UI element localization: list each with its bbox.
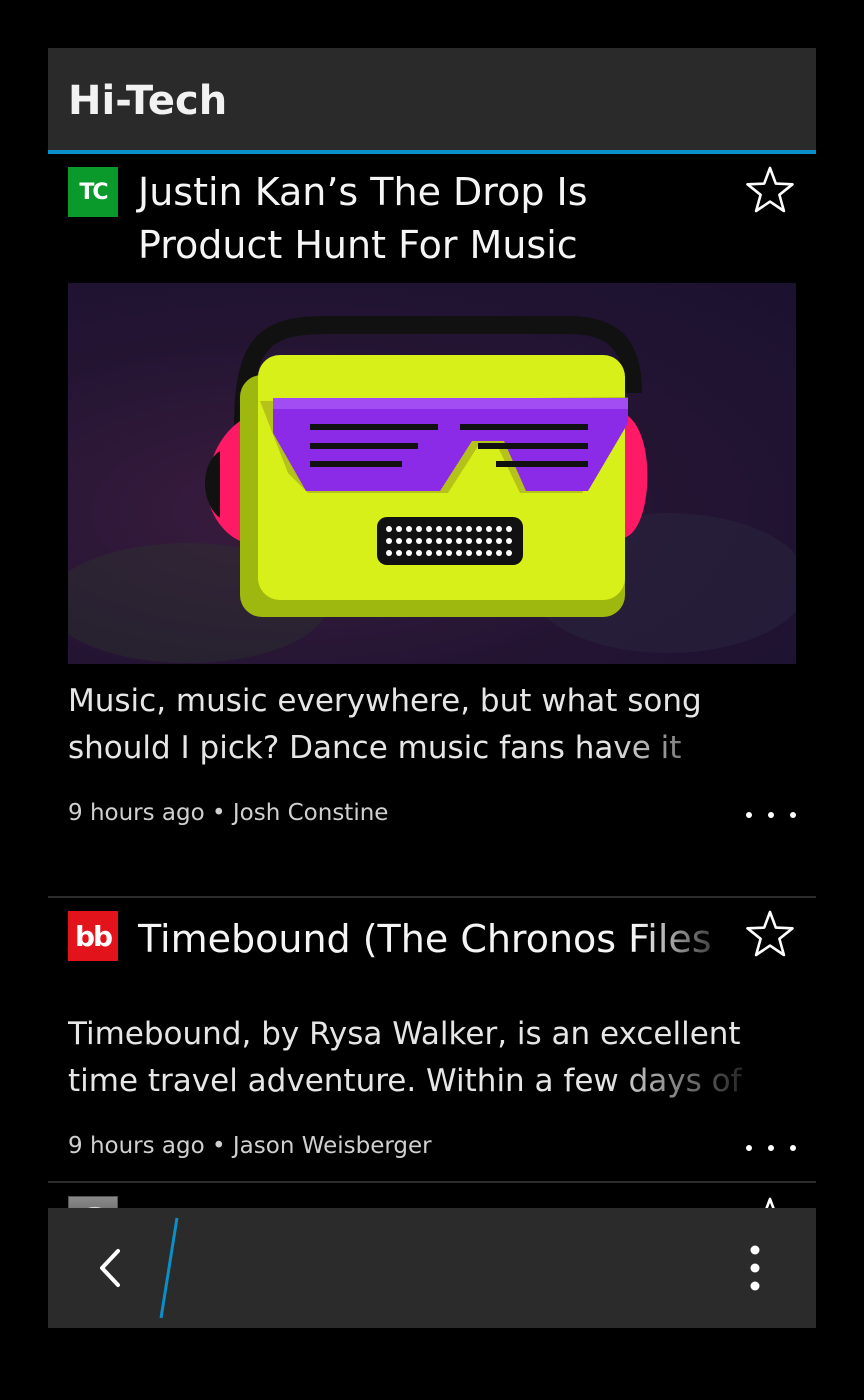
robot-dj-illustration-icon [68, 316, 796, 663]
meta-separator: • [212, 1133, 226, 1159]
article-title[interactable]: Hozier: Angel Of Small Death & [138, 1198, 738, 1208]
dot [790, 812, 796, 818]
meta-separator: • [212, 800, 226, 826]
title-bar: Hi-Tech [48, 48, 816, 154]
gizmodo-logo-icon: G [68, 1196, 118, 1208]
article-author: Josh Constine [232, 800, 389, 826]
dot [768, 1145, 774, 1151]
article-time: 9 hours ago [68, 1133, 205, 1159]
article-feed[interactable]: TC Justin Kan’s The Drop Is Product Hunt… [48, 154, 816, 1208]
article-snippet: Music, music everywhere, but what song s… [68, 678, 768, 772]
page-title: Hi-Tech [68, 78, 228, 124]
back-chevron-icon[interactable] [88, 1243, 138, 1293]
app-screen: Hi-Tech TC Justin Kan’s The Drop Is Prod… [48, 48, 816, 1328]
boingboing-logo-icon: bb [68, 911, 118, 961]
article-item[interactable]: TC Justin Kan’s The Drop Is Product Hunt… [48, 154, 816, 846]
title-text: Timebound (The Chronos Files [138, 917, 712, 961]
techcrunch-logo-icon: TC [68, 167, 118, 217]
article-item[interactable]: G Hozier: Angel Of Small Death & [48, 1183, 816, 1208]
article-time: 9 hours ago [68, 800, 205, 826]
action-bar [48, 1208, 816, 1328]
snippet-fade [608, 1058, 768, 1105]
more-vertical-icon[interactable] [730, 1238, 780, 1298]
article-title[interactable]: Justin Kan’s The Drop Is Product Hunt Fo… [138, 166, 738, 272]
snippet-fade [608, 725, 768, 772]
star-outline-icon[interactable] [744, 164, 796, 216]
more-horizontal-icon[interactable] [746, 800, 796, 830]
dot [768, 812, 774, 818]
star-outline-icon[interactable] [744, 1195, 796, 1208]
dot [790, 1145, 796, 1151]
article-author: Jason Weisberger [232, 1133, 432, 1159]
action-bar-separator [159, 1217, 179, 1319]
more-horizontal-icon[interactable] [746, 1133, 796, 1163]
dot [746, 812, 752, 818]
article-thumbnail[interactable] [68, 283, 796, 664]
article-meta: 9 hours ago • Jason Weisberger [68, 1133, 432, 1159]
snippet-text: Music, music everywhere, but what song s… [68, 683, 702, 766]
dot [746, 1145, 752, 1151]
star-outline-icon[interactable] [744, 908, 796, 960]
article-title[interactable]: Timebound (The Chronos Files [138, 913, 738, 966]
article-meta: 9 hours ago • Josh Constine [68, 800, 388, 826]
article-snippet: Timebound, by Rysa Walker, is an excelle… [68, 1011, 768, 1105]
article-item[interactable]: bb Timebound (The Chronos Files Timeboun… [48, 898, 816, 1181]
title-fade [638, 913, 738, 966]
